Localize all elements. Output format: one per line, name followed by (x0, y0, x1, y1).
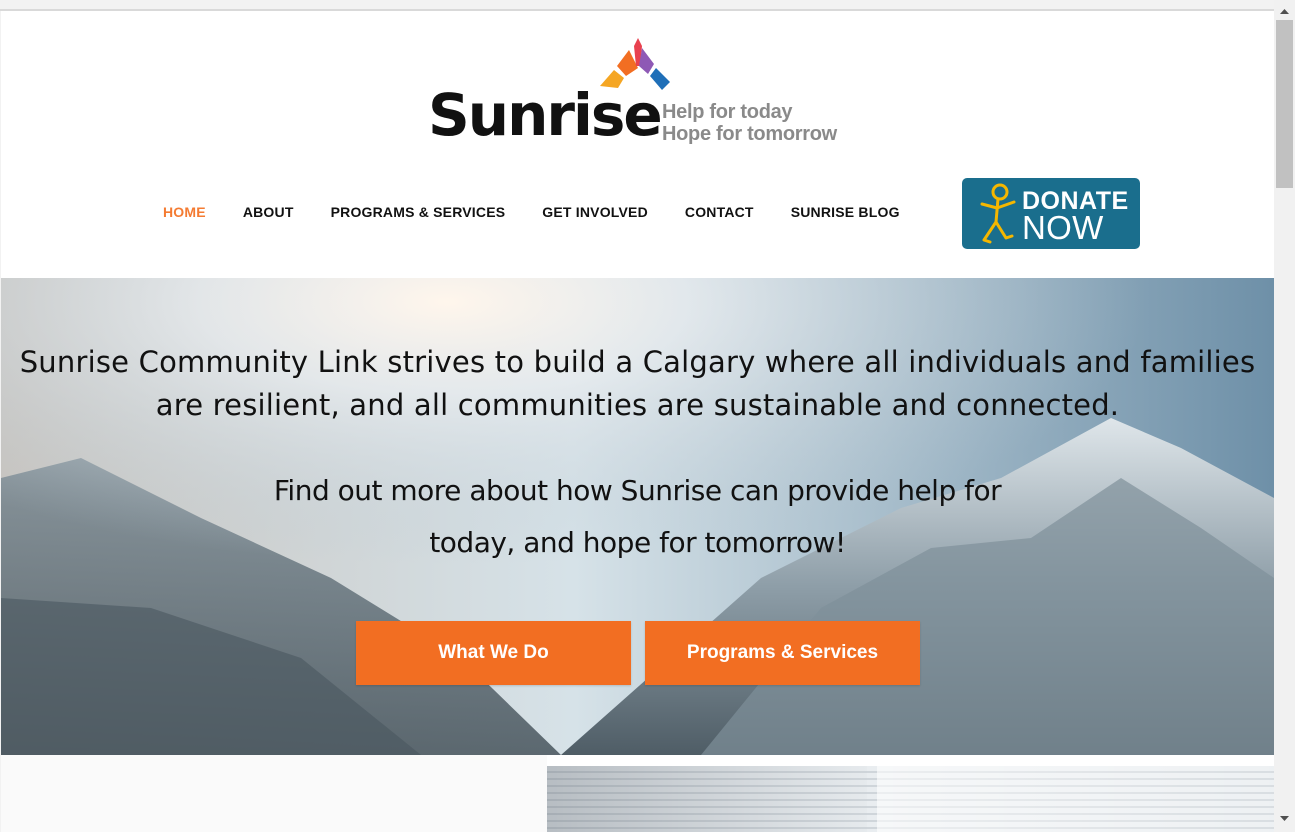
nav-item-home[interactable]: HOME (163, 204, 206, 224)
logo-tagline: Help for today Hope for tomorrow (662, 101, 837, 145)
image-shadow (547, 766, 867, 832)
now-label: NOW (1022, 209, 1104, 246)
scrollbar-thumb[interactable] (1276, 20, 1293, 188)
donate-now-button[interactable]: DONATE NOW (962, 178, 1140, 249)
hero-banner: Sunrise Community Link strives to build … (1, 278, 1274, 755)
logo-tagline-line1: Help for today (662, 101, 793, 123)
nav-item-sunrise-blog[interactable]: SUNRISE BLOG (791, 204, 900, 224)
mission-line2: are resilient, and all communities are s… (155, 388, 1120, 422)
subtitle-line2: today, and hope for tomorrow! (429, 526, 846, 559)
nav-item-get-involved[interactable]: GET INVOLVED (542, 204, 648, 224)
programs-services-button[interactable]: Programs & Services (645, 621, 920, 685)
logo-wordmark: Sunrise (428, 81, 663, 149)
window-blinds-image (547, 766, 1274, 832)
nav-item-programs-services[interactable]: PROGRAMS & SERVICES (331, 204, 506, 224)
main-nav: HOME ABOUT PROGRAMS & SERVICES GET INVOL… (163, 204, 937, 224)
scroll-down-arrow-icon[interactable] (1274, 812, 1295, 826)
content-section-left (1, 755, 547, 832)
what-we-do-button[interactable]: What We Do (356, 621, 631, 685)
image-highlight (877, 766, 1274, 832)
nav-item-about[interactable]: ABOUT (243, 204, 294, 224)
subtitle-line1: Find out more about how Sunrise can prov… (273, 474, 1002, 507)
stick-figure-icon (980, 183, 1016, 244)
mission-statement: Sunrise Community Link strives to build … (1, 341, 1274, 427)
scroll-up-arrow-icon[interactable] (1274, 4, 1295, 18)
hero-subtitle: Find out more about how Sunrise can prov… (1, 465, 1274, 569)
vertical-scrollbar[interactable] (1274, 0, 1295, 832)
nav-item-contact[interactable]: CONTACT (685, 204, 754, 224)
logo-tagline-line2: Hope for tomorrow (662, 123, 837, 145)
page: Sunrise Help for today Hope for tomorrow… (1, 11, 1274, 832)
sunrise-logo[interactable]: Sunrise Help for today Hope for tomorrow (428, 38, 858, 153)
mission-line1: Sunrise Community Link strives to build … (19, 345, 1256, 379)
